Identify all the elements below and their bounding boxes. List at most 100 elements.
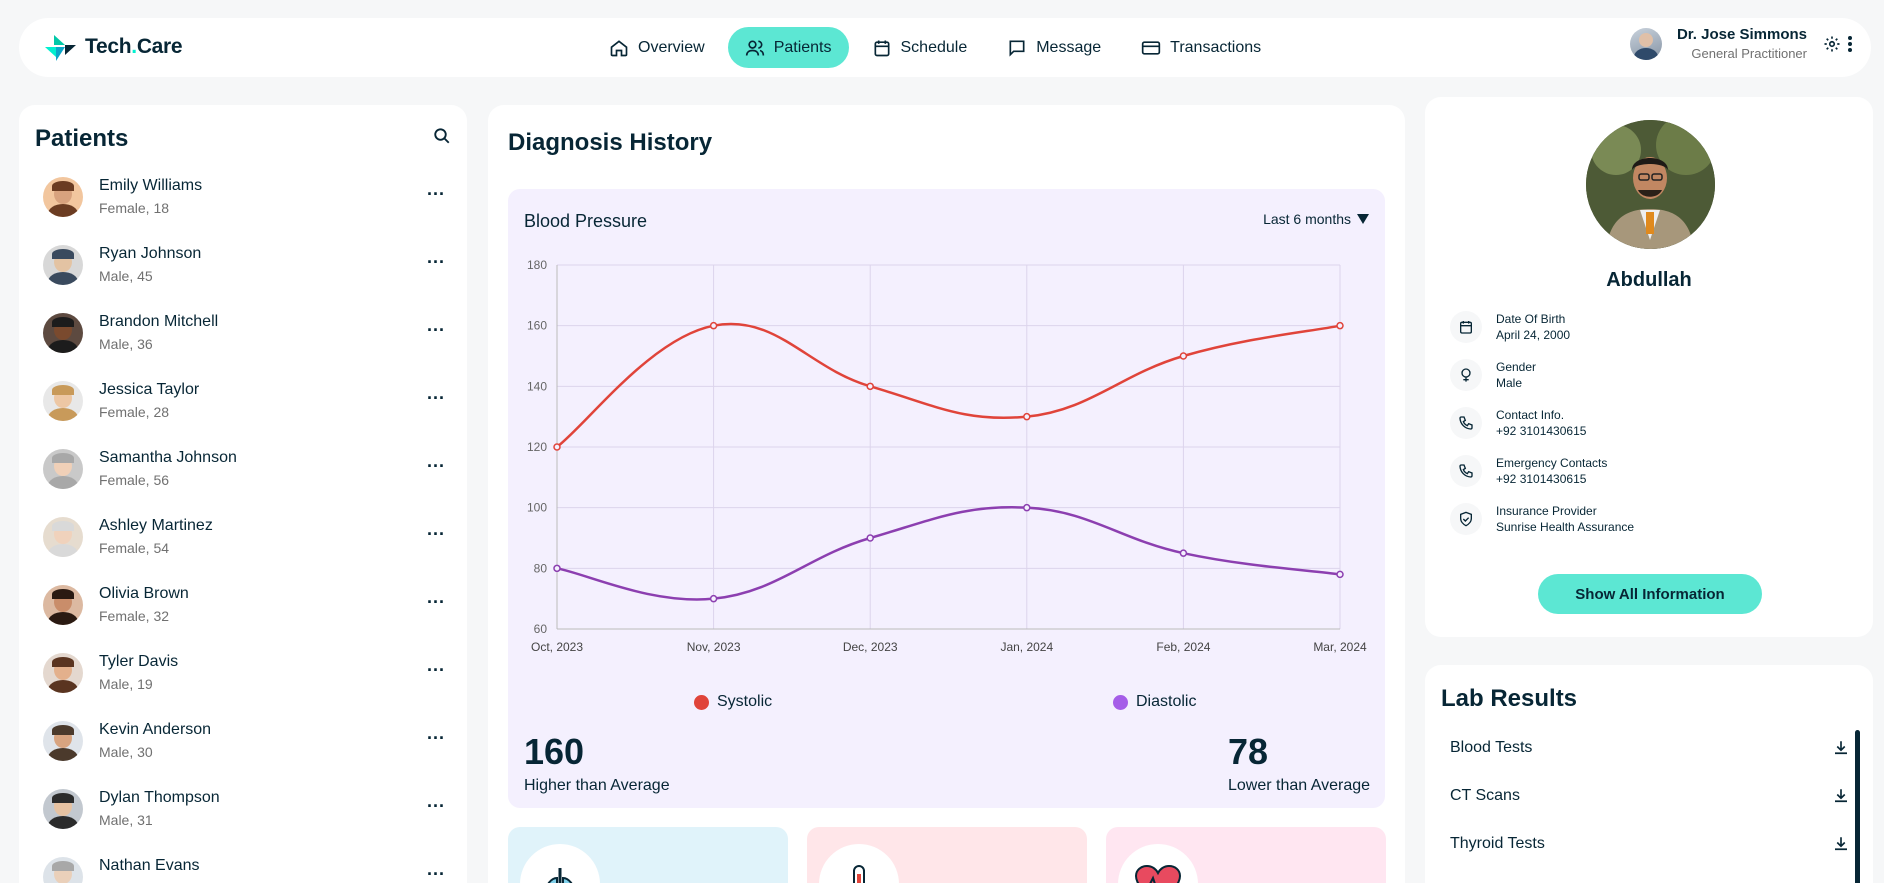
doctor-profile: Dr. Jose Simmons General Practitioner — [1629, 26, 1853, 61]
nav-label: Message — [1036, 38, 1102, 56]
legend-dot-systolic — [694, 694, 709, 710]
temperature-card — [807, 827, 1087, 883]
lab-result-label: CT Scans — [1450, 787, 1520, 804]
patient-list-item[interactable]: Kevin Anderson Male, 30... — [19, 713, 467, 781]
patient-meta: Female, 54 — [99, 540, 170, 556]
patient-list-item[interactable]: Jessica Taylor Female, 28... — [19, 373, 467, 441]
users-icon — [745, 40, 764, 56]
download-icon[interactable] — [1832, 787, 1850, 805]
patient-name: Ashley Martinez — [99, 517, 213, 534]
legend-dot-diastolic — [1113, 694, 1128, 710]
patient-meta: Female, 28 — [99, 404, 170, 420]
patient-name: Nathan Evans — [99, 857, 200, 874]
doctor-role: General Practitioner — [1691, 46, 1807, 61]
info-dob: Date Of Birth April 24, 2000 — [1450, 311, 1570, 343]
series-line-systolic — [556, 322, 1341, 448]
more-options-icon[interactable]: ... — [427, 179, 445, 200]
legend-diastolic: Diastolic — [1113, 693, 1196, 711]
systolic-value: 160 — [524, 731, 585, 772]
nav-schedule[interactable]: Schedule — [855, 27, 985, 68]
more-options-icon[interactable]: ... — [427, 247, 445, 268]
caret-down-icon — [1357, 214, 1369, 224]
data-point-diastolic — [553, 564, 561, 573]
patient-list-item[interactable]: Olivia Brown Female, 32... — [19, 577, 467, 645]
info-gender: Gender Male — [1450, 359, 1536, 391]
series-line-diastolic — [556, 506, 1341, 601]
nav-patients[interactable]: Patients — [727, 27, 849, 68]
data-point-systolic — [1179, 352, 1188, 360]
patient-avatar — [43, 721, 83, 761]
patient-avatar — [43, 245, 83, 285]
patient-list-item[interactable]: Brandon Mitchell Male, 36... — [19, 305, 467, 373]
blood-pressure-chart: 60 80 100 120 140 160 180 Oct, 2023 Nov, 2023 Dec… — [527, 258, 1367, 654]
data-point-diastolic — [1336, 570, 1344, 579]
logo-text: Tech.Care — [85, 35, 183, 58]
patient-name: Abdullah — [1606, 269, 1692, 291]
patient-list-item[interactable]: Ryan Johnson Male, 45... — [19, 237, 467, 305]
patient-avatar — [43, 653, 83, 693]
info-label: Contact Info. — [1496, 408, 1565, 422]
patient-list-item[interactable]: Ashley Martinez Female, 54... — [19, 509, 467, 577]
patient-list-item[interactable]: Tyler Davis Male, 19... — [19, 645, 467, 713]
patient-meta: Female, 32 — [99, 608, 170, 624]
info-value: Sunrise Health Assurance — [1496, 520, 1635, 534]
show-all-information-button[interactable]: Show All Information — [1538, 574, 1762, 614]
nav-overview[interactable]: Overview — [592, 27, 722, 68]
gender-icon — [1450, 359, 1482, 391]
info-label: Insurance Provider — [1496, 504, 1597, 518]
patient-name: Kevin Anderson — [99, 721, 212, 738]
patient-name: Jessica Taylor — [99, 381, 200, 398]
settings-icon[interactable] — [1823, 35, 1841, 53]
doctor-name: Dr. Jose Simmons — [1676, 26, 1807, 43]
more-options-icon[interactable]: ... — [427, 383, 445, 404]
download-icon[interactable] — [1832, 739, 1850, 757]
more-options-icon[interactable]: ... — [427, 791, 445, 812]
more-options-icon[interactable]: ... — [427, 723, 445, 744]
phone-icon — [1450, 455, 1482, 487]
info-contact: Contact Info. +92 3101430615 — [1450, 407, 1586, 439]
app-logo[interactable]: Tech.Care — [45, 31, 183, 63]
more-options-icon[interactable]: ... — [427, 315, 445, 336]
more-options-icon[interactable]: ... — [427, 519, 445, 540]
info-insurance: Insurance Provider Sunrise Health Assuran… — [1450, 503, 1634, 535]
more-options-icon[interactable]: ... — [427, 655, 445, 676]
scrollbar[interactable] — [1855, 730, 1860, 883]
more-options-icon[interactable]: ... — [427, 451, 445, 472]
patient-name: Emily Williams — [99, 177, 203, 194]
lab-result-item[interactable]: CT Scans — [1450, 787, 1850, 805]
data-point-systolic — [866, 382, 874, 391]
more-vertical-icon[interactable] — [1847, 35, 1853, 53]
calendar-icon — [1450, 311, 1482, 343]
blood-pressure-card: Blood Pressure Last 6 months 60 80 100 120 1… — [508, 189, 1385, 808]
patient-name: Samantha Johnson — [99, 449, 237, 466]
lab-result-item[interactable]: Thyroid Tests — [1450, 835, 1850, 853]
search-icon[interactable] — [433, 127, 451, 145]
patient-avatar — [43, 449, 83, 489]
nav-message[interactable]: Message — [990, 27, 1118, 68]
range-dropdown[interactable]: Last 6 months — [1263, 211, 1369, 227]
diastolic-label: Lower than Average — [1228, 777, 1371, 794]
legend-systolic: Systolic — [694, 693, 772, 711]
more-options-icon[interactable]: ... — [427, 859, 445, 880]
download-icon[interactable] — [1832, 835, 1850, 853]
data-point-diastolic — [866, 534, 874, 542]
more-options-icon[interactable]: ... — [427, 587, 445, 608]
nav-transactions[interactable]: Transactions — [1124, 27, 1278, 68]
info-label: Gender — [1496, 360, 1537, 374]
patient-list-item[interactable]: Dylan Thompson Male, 31... — [19, 781, 467, 849]
y-tick-label: 180 — [527, 258, 547, 272]
patient-list-item[interactable]: Nathan Evans... — [19, 849, 467, 883]
y-tick-label: 140 — [527, 379, 547, 393]
doctor-avatar[interactable] — [1629, 27, 1662, 60]
y-tick-label: 120 — [527, 440, 547, 454]
shield-icon — [1450, 503, 1482, 535]
diastolic-stat: 78 Lower than Average — [1228, 731, 1370, 795]
phone-icon — [1450, 407, 1482, 439]
patient-name: Tyler Davis — [99, 653, 179, 670]
patient-list-item[interactable]: Emily Williams Female, 18... — [19, 169, 467, 237]
lab-result-item[interactable]: Blood Tests — [1450, 739, 1850, 757]
patient-list-item[interactable]: Samantha Johnson Female, 56... — [19, 441, 467, 509]
bp-title: Blood Pressure — [524, 211, 648, 231]
patient-name: Brandon Mitchell — [99, 313, 219, 330]
heart-rate-card — [1106, 827, 1386, 883]
